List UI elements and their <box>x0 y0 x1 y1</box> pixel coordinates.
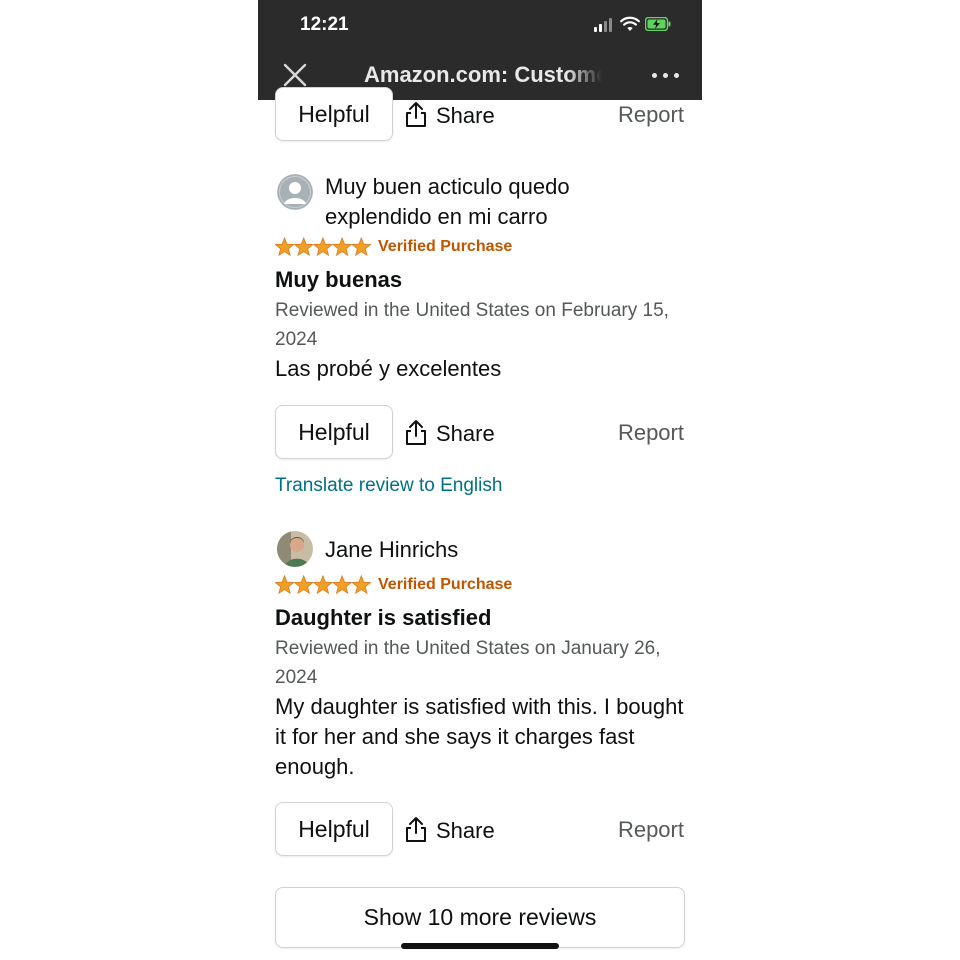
report-link[interactable]: Report <box>618 102 684 128</box>
star-icon <box>331 237 353 257</box>
user-silhouette-icon <box>277 174 313 210</box>
verified-purchase-badge: Verified Purchase <box>378 576 513 593</box>
helpful-button[interactable]: Helpful <box>275 405 393 459</box>
star-icon <box>351 237 371 257</box>
review-body: Las probé y excelentes <box>275 356 502 381</box>
star-icon <box>331 575 353 595</box>
page-title: Amazon.com: Customer Reviews <box>364 62 602 87</box>
share-label: Share <box>436 818 495 843</box>
share-icon <box>406 102 426 127</box>
avatar-photo <box>277 531 313 567</box>
home-indicator[interactable] <box>401 943 559 949</box>
review-date: Reviewed in the United States on January… <box>275 638 661 688</box>
star-icon <box>275 237 295 257</box>
review-date: Reviewed in the United States on Februar… <box>275 300 669 350</box>
helpful-button[interactable]: Helpful <box>275 802 393 856</box>
show-more-reviews-button[interactable]: Show 10 more reviews <box>275 887 685 948</box>
status-bar: 12:21 <box>258 0 702 50</box>
helpful-button[interactable]: Helpful <box>275 87 393 141</box>
reviewer-name[interactable]: Muy buen acticulo quedo explendido en mi… <box>325 172 615 232</box>
review-body: My daughter is satisfied with this. I bo… <box>275 694 684 779</box>
avatar-default <box>277 174 313 210</box>
status-time: 12:21 <box>300 14 349 35</box>
more-options-icon[interactable] <box>652 66 680 84</box>
star-icon <box>312 237 334 257</box>
translate-review-link[interactable]: Translate review to English <box>275 475 502 497</box>
battery-charging-icon <box>645 17 671 31</box>
profile-photo-icon <box>277 531 313 567</box>
share-icon <box>406 817 426 842</box>
star-icon <box>275 575 295 595</box>
star-icon <box>293 575 314 595</box>
review-title[interactable]: Daughter is satisfied <box>275 605 491 631</box>
share-icon <box>406 420 426 445</box>
reviewer-name[interactable]: Jane Hinrichs <box>325 535 458 565</box>
report-link[interactable]: Report <box>618 817 684 843</box>
wifi-icon <box>620 16 640 31</box>
star-icon <box>312 575 334 595</box>
share-label: Share <box>436 103 495 128</box>
phone-screen: 12:21 Amazon.com: Customer Reviews H <box>258 0 702 960</box>
star-icon <box>351 575 371 595</box>
review-title[interactable]: Muy buenas <box>275 267 402 293</box>
star-rating <box>275 575 371 595</box>
report-link[interactable]: Report <box>618 420 684 446</box>
star-rating <box>275 237 371 257</box>
star-icon <box>293 237 314 257</box>
share-label: Share <box>436 421 495 446</box>
verified-purchase-badge: Verified Purchase <box>378 238 513 255</box>
signal-icon <box>594 18 614 32</box>
close-icon[interactable] <box>282 62 308 88</box>
